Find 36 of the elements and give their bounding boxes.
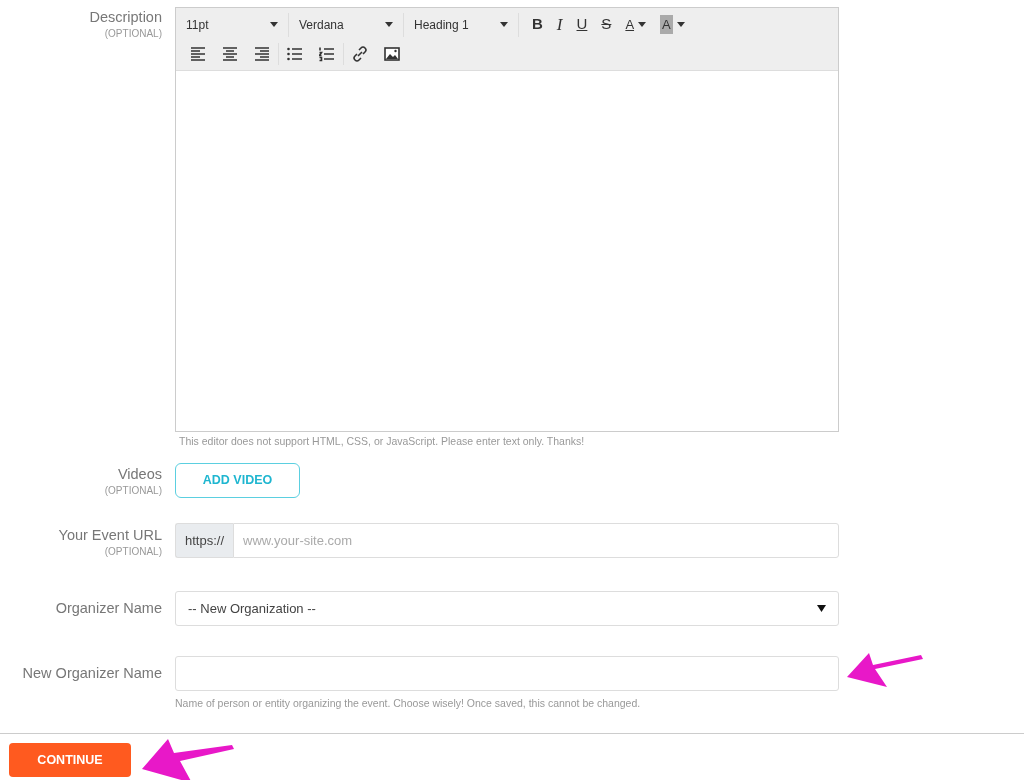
organizer-select[interactable]: -- New Organization -- [175,591,839,626]
link-icon [352,45,368,62]
field-label: Videos [116,465,162,484]
align-center-icon [222,45,238,62]
underline-button[interactable]: U [569,12,595,37]
align-left-icon [190,45,206,62]
numbered-list-icon [319,45,335,62]
caret-icon [638,22,647,27]
optional-hint: (OPTIONAL) [103,545,162,559]
help-text: Name of person or entity organizing the event. Choose wisely! Once saved, this cannot be changed. [175,696,642,710]
image-icon [384,45,400,62]
field-label: New Organizer Name [21,664,162,683]
field-label: Organizer Name [54,599,162,618]
bold-button[interactable]: B [525,12,550,37]
url-prefix: https:// [175,523,234,558]
url-field[interactable]: www.your-site.com [233,523,839,558]
highlight-button[interactable]: A [653,12,692,37]
caret-icon [270,22,278,27]
caret-icon [385,22,393,27]
align-right-icon [254,45,270,62]
toolbar-dropdown[interactable]: 11pt [176,12,289,37]
organizer-name-field[interactable] [175,656,839,691]
help-text: This editor does not support HTML, CSS, or JavaScript. Please enter text only. Thanks! [178,434,586,448]
toolbar-dropdown[interactable]: Heading 1 [404,12,519,37]
strike-button[interactable]: S [594,12,619,37]
italic-button[interactable]: I [549,12,570,37]
optional-hint: (OPTIONAL) [103,27,162,41]
field-label: Description [88,8,162,27]
caret-icon [500,22,508,27]
bullet-list-icon [287,45,303,62]
caret-icon [676,22,685,27]
toolbar-dropdown[interactable]: Verdana [289,12,404,37]
optional-hint: (OPTIONAL) [103,484,162,498]
text-color-button[interactable]: A [618,12,654,37]
field-label: Your Event URL [57,526,162,545]
dropdown-arrow-icon [817,605,826,612]
